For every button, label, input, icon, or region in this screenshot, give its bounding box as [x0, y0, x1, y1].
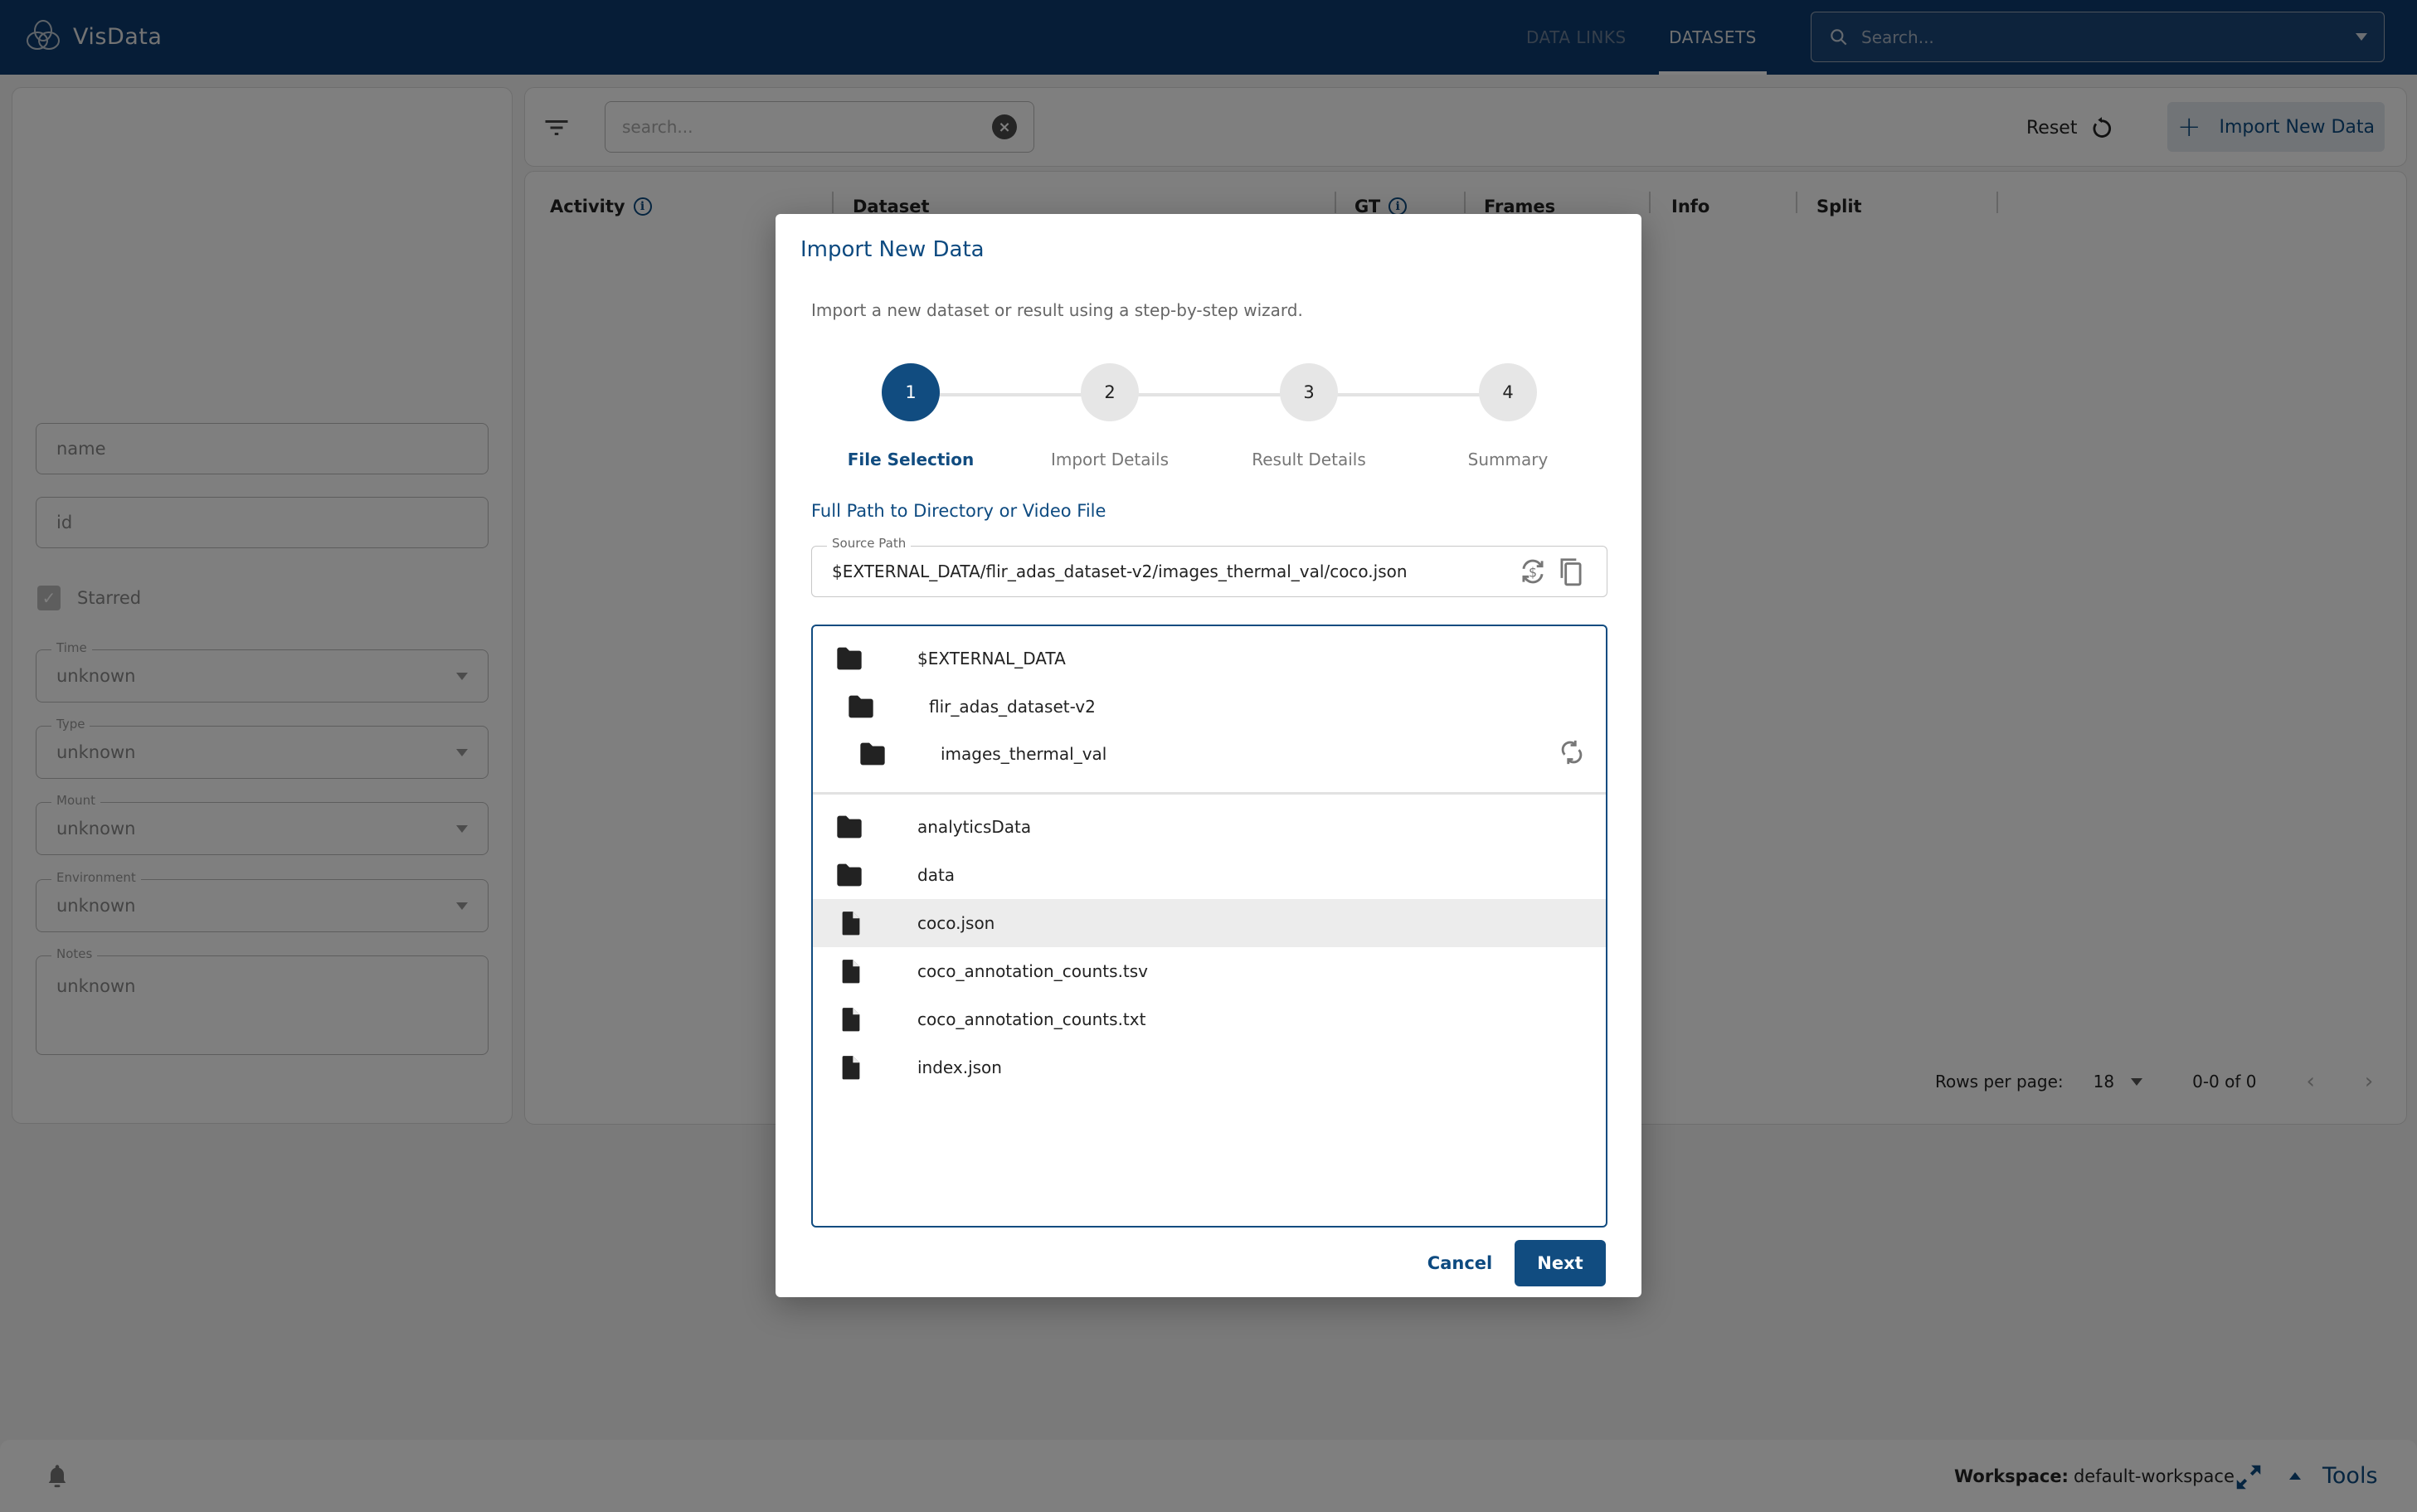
file-entry-selected[interactable]: coco.json	[813, 899, 1606, 947]
dialog-description: Import a new dataset or result using a s…	[811, 300, 1303, 320]
folder-entry[interactable]: analyticsData	[813, 803, 1606, 851]
file-icon	[842, 1056, 860, 1080]
folder-icon	[849, 695, 873, 718]
wizard-stepper: 1 File Selection 2 Import Details 3 Resu…	[811, 363, 1607, 479]
folder-icon	[860, 742, 885, 766]
breadcrumb-folder[interactable]: flir_adas_dataset-v2	[813, 683, 1606, 731]
step-number: 3	[1280, 363, 1338, 421]
file-icon	[842, 912, 860, 936]
step-label: Result Details	[1252, 450, 1366, 469]
folder-name: images_thermal_val	[941, 744, 1107, 764]
step-label: Import Details	[1050, 450, 1170, 469]
entry-name: analyticsData	[917, 817, 1032, 837]
folder-icon	[837, 647, 862, 670]
step-number: 1	[882, 363, 940, 421]
dialog-title: Import New Data	[800, 237, 985, 262]
folder-name: flir_adas_dataset-v2	[929, 697, 1096, 717]
svg-text:$: $	[1529, 564, 1537, 580]
refresh-icon[interactable]	[1558, 738, 1586, 766]
file-entry[interactable]: coco_annotation_counts.tsv	[813, 947, 1606, 995]
next-button[interactable]: Next	[1515, 1240, 1606, 1286]
breadcrumb-folder[interactable]: $EXTERNAL_DATA	[813, 634, 1606, 683]
folder-icon	[837, 815, 862, 839]
stepper-connector	[911, 393, 1508, 396]
source-path-field[interactable]: Source Path $EXTERNAL_DATA/flir_adas_dat…	[811, 536, 1607, 597]
folder-entry[interactable]: data	[813, 851, 1606, 899]
entry-name: data	[917, 865, 956, 885]
step-label: Summary	[1467, 450, 1549, 469]
step-file-selection[interactable]: 1 File Selection	[828, 363, 994, 469]
entry-name: coco_annotation_counts.txt	[917, 1009, 1146, 1029]
source-path-label: Source Path	[827, 536, 912, 551]
source-path-value[interactable]: $EXTERNAL_DATA/flir_adas_dataset-v2/imag…	[832, 562, 1510, 581]
step-import-details[interactable]: 2 Import Details	[1027, 363, 1193, 469]
file-entry[interactable]: coco_annotation_counts.txt	[813, 995, 1606, 1043]
entry-name: coco_annotation_counts.tsv	[917, 961, 1149, 981]
entry-name: coco.json	[917, 913, 995, 933]
step-number: 4	[1479, 363, 1537, 421]
entry-name: index.json	[917, 1057, 1002, 1077]
folder-icon	[837, 863, 862, 887]
copy-icon[interactable]	[1555, 556, 1587, 587]
step-number: 2	[1081, 363, 1139, 421]
import-new-data-dialog: Import New Data Import a new dataset or …	[776, 214, 1641, 1297]
file-icon	[842, 1008, 860, 1032]
browser-divider	[813, 792, 1606, 795]
swap-variable-icon[interactable]: $	[1517, 556, 1549, 587]
step-label: File Selection	[847, 450, 975, 469]
folder-name: $EXTERNAL_DATA	[917, 649, 1066, 668]
cancel-button[interactable]: Cancel	[1418, 1240, 1501, 1286]
path-section-label: Full Path to Directory or Video File	[811, 501, 1106, 521]
step-summary[interactable]: 4 Summary	[1425, 363, 1591, 469]
file-entry[interactable]: index.json	[813, 1043, 1606, 1091]
file-icon	[842, 960, 860, 984]
file-browser: $EXTERNAL_DATA flir_adas_dataset-v2 imag…	[811, 625, 1607, 1228]
step-result-details[interactable]: 3 Result Details	[1226, 363, 1392, 469]
breadcrumb-folder[interactable]: images_thermal_val	[813, 730, 1606, 778]
